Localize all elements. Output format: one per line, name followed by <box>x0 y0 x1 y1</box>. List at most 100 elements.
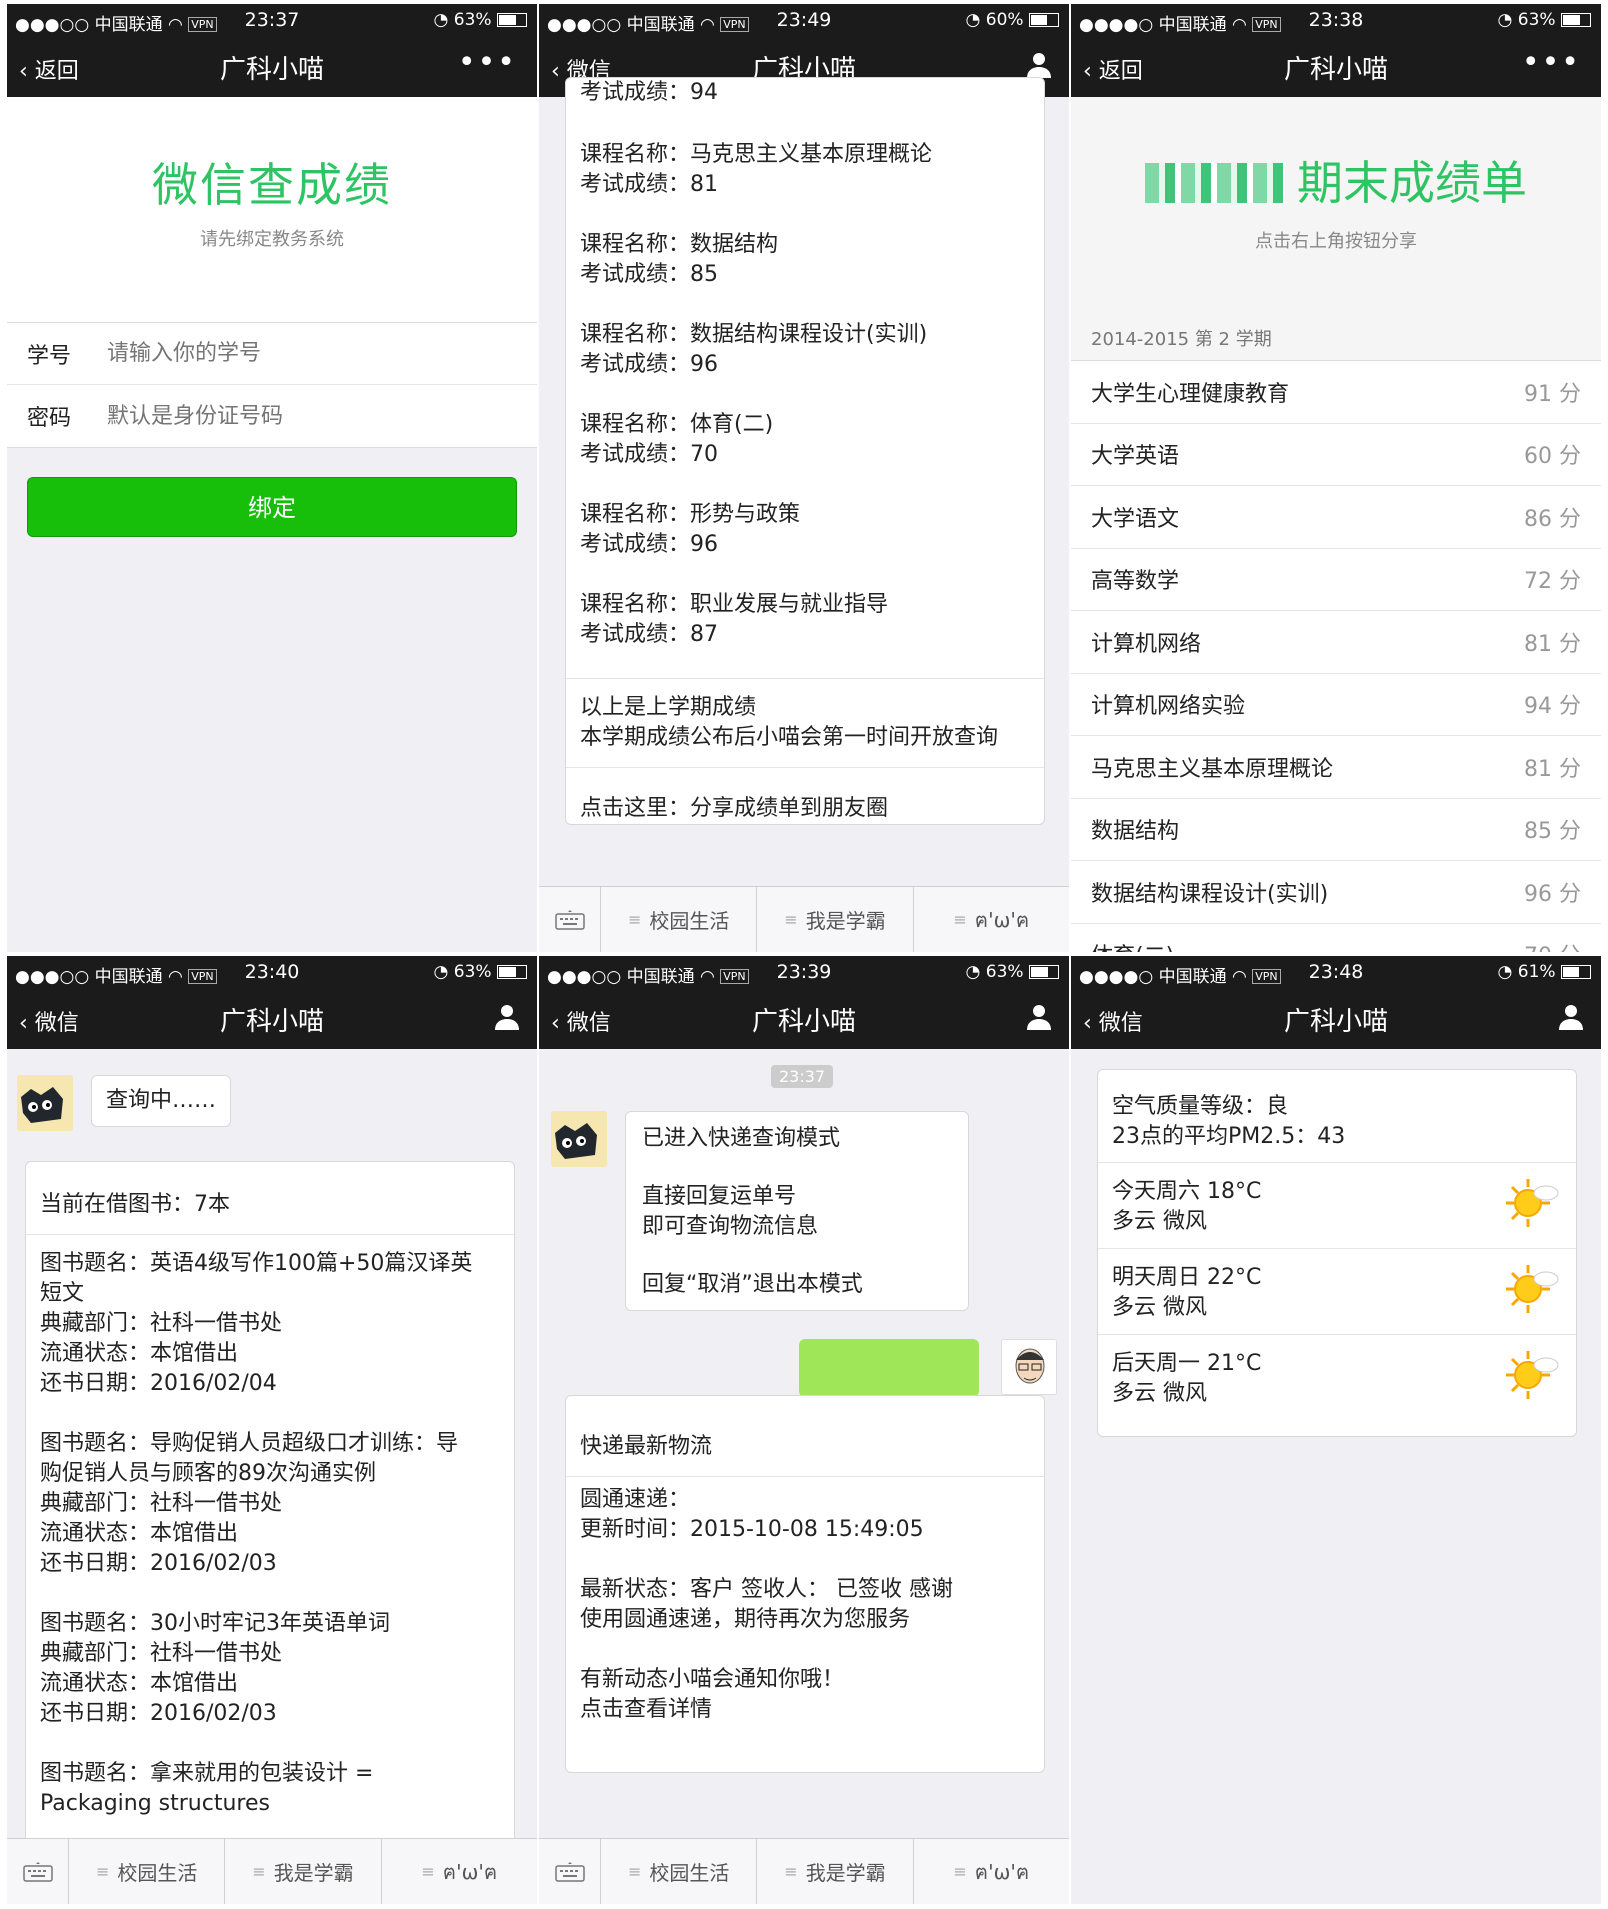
bind-subtitle: 请先绑定教务系统 <box>200 229 344 250</box>
menu-icon: ≡ <box>627 1862 642 1881</box>
more-icon[interactable]: ••• <box>1522 45 1581 80</box>
book-line: 购促销人员与顾客的89次沟通实例 <box>40 1461 376 1486</box>
battery-percent: 63% <box>985 962 1024 982</box>
status-line: 使用圆通速递，期待再次为您服务 <box>580 1607 911 1632</box>
score-row[interactable]: 计算机网络实验 94 分 <box>1071 674 1601 736</box>
battery-icon <box>1561 13 1591 27</box>
profile-icon[interactable] <box>1025 1003 1053 1035</box>
bot-message[interactable]: 查询中…… <box>91 1075 232 1127</box>
course-name: 计算机网络实验 <box>1091 694 1246 720</box>
keyboard-icon[interactable] <box>7 1839 69 1904</box>
status-bar: ●●●○○ 中国联通 ◠ VPN 23:39 ◔ 63% <box>539 956 1069 987</box>
menu-tab-campus-life[interactable]: ≡ 校园生活 <box>69 1839 226 1904</box>
menu-icon: ≡ <box>784 1862 798 1881</box>
course-name: 课程名称：数据结构课程设计(实训) <box>580 322 928 347</box>
keyboard-icon[interactable] <box>539 887 601 952</box>
score-row[interactable]: 数据结构 85 分 <box>1071 799 1601 861</box>
bot-avatar[interactable] <box>17 1075 73 1131</box>
forecast-condition: 多云 微风 <box>1112 1381 1207 1406</box>
course-score: 94 分 <box>1524 694 1581 720</box>
user-message-blurred[interactable] <box>799 1339 979 1397</box>
nav-bar: ‹ 微信 广科小喵 <box>539 987 1069 1049</box>
menu-tab-cat[interactable]: ≡ ฅ'ω'ฅ <box>382 1839 537 1904</box>
grades-message-card[interactable]: 考试成绩：94 课程名称：马克思主义基本原理概论 考试成绩：81 课程名称：数据结构… <box>565 77 1045 825</box>
tab-label: 校园生活 <box>117 1861 198 1885</box>
forecast-list: 今天周六 18°C 多云 微风 明天周日 22°C 多云 微风 后天周一 21°C 多云 … <box>1098 1162 1576 1420</box>
book-line: 典藏部门：社科一借书处 <box>40 1311 283 1336</box>
course-name: 大学英语 <box>1091 444 1180 470</box>
grade-line: 考试成绩：94 <box>580 80 718 105</box>
menu-tab-top-student[interactable]: ≡ 我是学霸 <box>757 1839 914 1904</box>
profile-icon[interactable] <box>493 1003 521 1035</box>
course-score: 91 分 <box>1524 381 1581 407</box>
nav-bar: ‹ 返回 广科小喵 ••• <box>1071 35 1601 97</box>
score-row[interactable]: 马克思主义基本原理概论 81 分 <box>1071 736 1601 799</box>
forecast-condition: 多云 微风 <box>1112 1209 1207 1234</box>
menu-tab-top-student[interactable]: ≡ 我是学霸 <box>757 887 914 952</box>
score-row[interactable]: 大学英语 60 分 <box>1071 424 1601 486</box>
battery-percent: 63% <box>453 10 492 30</box>
tab-label: 我是学霸 <box>805 1861 886 1885</box>
message-line: 即可查询物流信息 <box>642 1214 819 1239</box>
status-bar: ●●●○○ 中国联通 ◠ VPN 23:37 ◔ 63% <box>7 4 537 35</box>
library-message-card[interactable]: 当前在借图书：7本 图书题名：英语4级写作100篇+50篇汉译英 短文 典藏部门：社… <box>25 1161 515 1861</box>
user-avatar[interactable] <box>1001 1339 1057 1395</box>
score-row[interactable]: 体育(二) 70 分 <box>1071 924 1601 952</box>
menu-tab-campus-life[interactable]: ≡ 校园生活 <box>601 887 758 952</box>
menu-icon: ≡ <box>627 910 642 929</box>
details-link[interactable]: 点击查看详情 <box>580 1695 1030 1725</box>
back-button[interactable]: ‹ 微信 <box>551 1005 611 1037</box>
bot-avatar[interactable] <box>551 1111 607 1167</box>
rotation-lock-icon: ◔ <box>1497 962 1513 982</box>
menu-tab-campus-life[interactable]: ≡ 校园生活 <box>601 1839 758 1904</box>
password-input[interactable] <box>107 403 507 429</box>
forecast-row: 明天周日 22°C 多云 微风 <box>1098 1248 1576 1334</box>
grade-item: 课程名称：马克思主义基本原理概论 考试成绩：81 <box>566 140 1044 200</box>
back-button[interactable]: ‹ 返回 <box>1083 53 1143 85</box>
score-row[interactable]: 计算机网络 81 分 <box>1071 611 1601 674</box>
report-title: 期末成绩单 <box>1297 156 1527 210</box>
back-button[interactable]: ‹ 返回 <box>19 53 79 85</box>
status-bar: ●●●○○ 中国联通 ◠ VPN 23:49 ◔ 60% <box>539 4 1069 35</box>
score-row[interactable]: 大学语文 86 分 <box>1071 486 1601 549</box>
bot-message[interactable]: 已进入快递查询模式 直接回复运单号 即可查询物流信息 回复“取消”退出本模式 <box>625 1111 969 1311</box>
profile-icon[interactable] <box>1557 1003 1585 1035</box>
back-button[interactable]: ‹ 微信 <box>1083 1005 1143 1037</box>
score-row[interactable]: 高等数学 72 分 <box>1071 549 1601 611</box>
keyboard-icon[interactable] <box>539 1839 601 1904</box>
menu-tab-top-student[interactable]: ≡ 我是学霸 <box>225 1839 382 1904</box>
update-time: 更新时间：2015-10-08 15:49:05 <box>580 1517 924 1542</box>
back-label: 微信 <box>34 1011 79 1036</box>
express-message-card[interactable]: 快递最新物流 圆通速递： 更新时间：2015-10-08 15:49:05 最新… <box>565 1395 1045 1773</box>
chat-area: 考试成绩：94 课程名称：马克思主义基本原理概论 考试成绩：81 课程名称：数据结构… <box>539 77 1069 952</box>
score-row[interactable]: 数据结构课程设计(实训) 96 分 <box>1071 861 1601 924</box>
exam-score: 考试成绩：96 <box>580 352 718 377</box>
more-icon[interactable]: ••• <box>458 45 517 80</box>
report-subtitle: 点击右上角按钮分享 <box>1255 231 1417 252</box>
course-name: 课程名称：职业发展与就业指导 <box>580 592 889 617</box>
page-title: 广科小喵 <box>1283 1007 1388 1037</box>
student-id-label: 学号 <box>27 343 72 369</box>
menu-tab-cat[interactable]: ≡ ฅ'ω'ฅ <box>914 887 1069 952</box>
share-link[interactable]: 点击这里：分享成绩单到朋友圈 <box>566 767 1044 838</box>
course-score: 96 分 <box>1524 881 1581 907</box>
tab-label: 校园生活 <box>649 909 730 933</box>
exam-score: 考试成绩：96 <box>580 532 718 557</box>
back-button[interactable]: ‹ 微信 <box>19 1005 79 1037</box>
book-line: 图书题名：30小时牢记3年英语单词 <box>40 1611 390 1636</box>
book-line: 流通状态：本馆借出 <box>40 1521 239 1546</box>
grades-note: 以上是上学期成绩 本学期成绩公布后小喵会第一时间开放查询 <box>566 678 1044 767</box>
grade-list: 课程名称：马克思主义基本原理概论 考试成绩：81 课程名称：数据结构 考试成绩：85 课… <box>566 140 1044 650</box>
bind-button[interactable]: 绑定 <box>27 477 517 537</box>
menu-tab-cat[interactable]: ≡ ฅ'ω'ฅ <box>914 1839 1069 1904</box>
course-score: 86 分 <box>1524 506 1581 532</box>
status-line: 最新状态：客户 签收人： 已签收 感谢 <box>580 1577 953 1602</box>
panel-grade-report: ●●●●○ 中国联通 ◠ VPN 23:38 ◔ 63% ‹ 返回 广科小喵 •… <box>1071 4 1601 952</box>
notify-line: 有新动态小喵会通知你哦！ <box>580 1667 845 1692</box>
course-name: 计算机网络 <box>1091 631 1202 657</box>
nav-bar: ‹ 微信 广科小喵 <box>1071 987 1601 1049</box>
panel-library: ●●●○○ 中国联通 ◠ VPN 23:40 ◔ 63% ‹ 微信 广科小喵 查… <box>7 956 537 1904</box>
score-row[interactable]: 大学生心理健康教育 91 分 <box>1071 361 1601 424</box>
student-id-input[interactable] <box>107 341 507 366</box>
weather-message-card[interactable]: 空气质量等级：良 23点的平均PM2.5：43 今天周六 18°C 多云 微风 明天… <box>1097 1069 1577 1437</box>
